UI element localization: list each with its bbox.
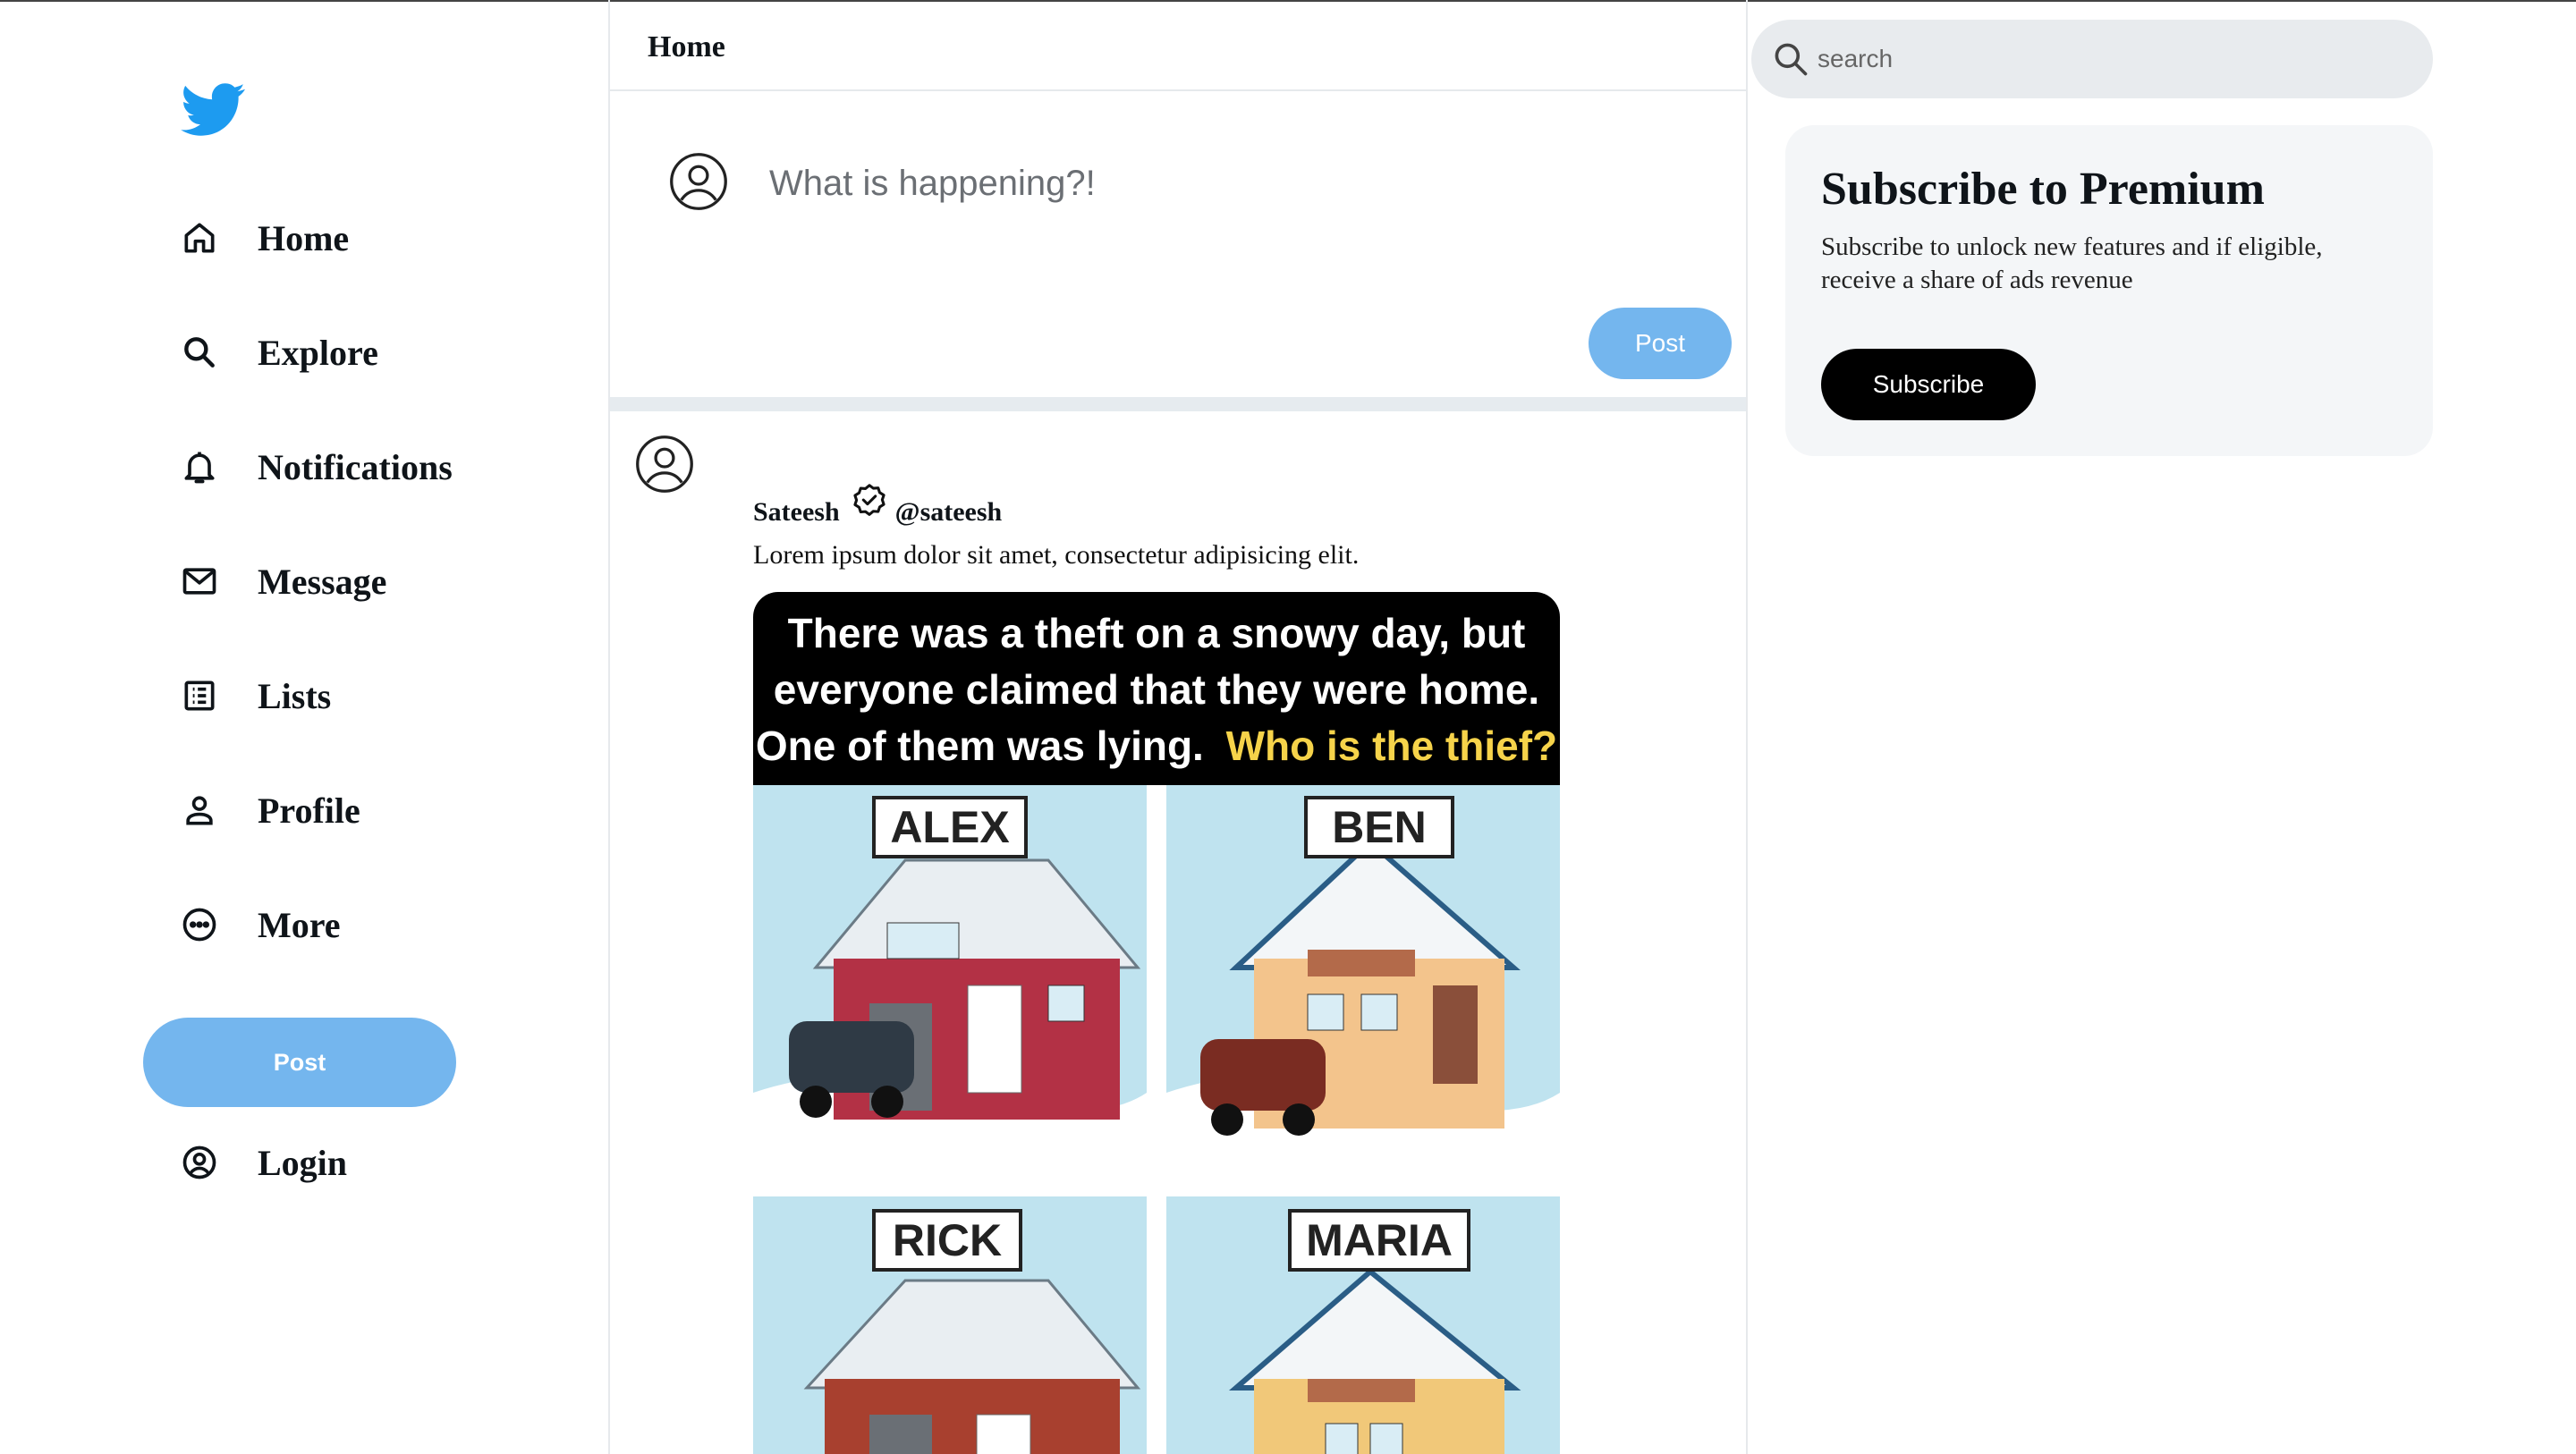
more-icon [177, 902, 222, 947]
tweet-author-handle[interactable]: @sateesh [895, 497, 1003, 528]
media-caption-line-3a: One of them was lying. [756, 723, 1204, 769]
bell-icon [177, 444, 222, 489]
premium-card: Subscribe to Premium Subscribe to unlock… [1785, 125, 2433, 456]
list-icon [177, 673, 222, 718]
nav-home-label: Home [258, 217, 350, 258]
premium-description: Subscribe to unlock new features and if … [1821, 232, 2323, 294]
tweet-avatar-icon[interactable] [635, 435, 694, 494]
search-input[interactable] [1810, 20, 2383, 98]
subscribe-button[interactable]: Subscribe [1821, 349, 2036, 420]
media-caption-line-3b: Who is the thief? [1226, 723, 1558, 769]
composer-post-button[interactable]: Post [1589, 308, 1732, 379]
tweet-text: Lorem ipsum dolor sit amet, consectetur … [753, 540, 1360, 570]
nav-message[interactable]: Message [177, 549, 386, 613]
nav-profile[interactable]: Profile [177, 778, 360, 842]
house-panel-4: MARIA [1166, 1196, 1560, 1454]
house-label-1: ALEX [890, 802, 1009, 852]
tweet-header: Sateesh @sateesh [753, 481, 1002, 528]
house-label-2: BEN [1332, 802, 1427, 852]
nav-notifications[interactable]: Notifications [177, 435, 453, 499]
nav-more-label: More [258, 904, 341, 945]
mail-icon [177, 559, 222, 604]
nav-message-label: Message [258, 561, 387, 602]
tweet-image[interactable]: There was a theft on a snowy day, but ev… [753, 592, 1560, 1454]
house-panel-2: BEN [1166, 785, 1560, 1186]
house-panel-3: RICK [753, 1196, 1147, 1454]
main-feed: Home What is happening?! Post Sateesh @s… [608, 0, 1748, 1454]
nav-lists[interactable]: Lists [177, 664, 331, 728]
verified-badge-icon [849, 481, 890, 522]
nav-notifications-label: Notifications [258, 446, 453, 487]
nav-profile-label: Profile [258, 790, 360, 831]
house-label-4: MARIA [1306, 1215, 1453, 1265]
premium-title: Subscribe to Premium [1821, 164, 2265, 215]
house-panel-1: ALEX [753, 785, 1147, 1186]
sidebar-post-button[interactable]: Post [143, 1018, 456, 1107]
feed-header: Home [610, 2, 1746, 91]
left-sidebar: Home Explore Notifications Message Lists… [0, 0, 608, 1454]
house-label-3: RICK [893, 1215, 1002, 1265]
feed-divider [610, 397, 1746, 411]
account-circle-icon [177, 1140, 222, 1185]
composer-input[interactable]: What is happening?! [769, 152, 1574, 215]
media-caption-line-1: There was a theft on a snowy day, but [788, 610, 1526, 656]
bird-logo-icon[interactable] [177, 77, 250, 141]
search-icon [177, 330, 222, 375]
nav-more[interactable]: More [177, 892, 341, 957]
person-icon [177, 788, 222, 833]
home-icon [177, 216, 222, 260]
nav-lists-label: Lists [258, 675, 332, 716]
nav-explore-label: Explore [258, 332, 378, 373]
page-title: Home [648, 30, 725, 63]
search-icon [1771, 39, 1810, 79]
search-bar[interactable] [1751, 20, 2433, 98]
media-caption-line-2: everyone claimed that they were home. [774, 666, 1539, 713]
tweet-author-name[interactable]: Sateesh [753, 497, 840, 528]
nav-home[interactable]: Home [177, 206, 349, 270]
nav-login-label: Login [258, 1142, 348, 1183]
composer-avatar-icon [669, 152, 728, 211]
nav-login[interactable]: Login [177, 1130, 347, 1195]
nav-explore[interactable]: Explore [177, 320, 378, 385]
svg-text:One of them was lying.: One of them was lying. Who is the thief? [756, 723, 1557, 769]
